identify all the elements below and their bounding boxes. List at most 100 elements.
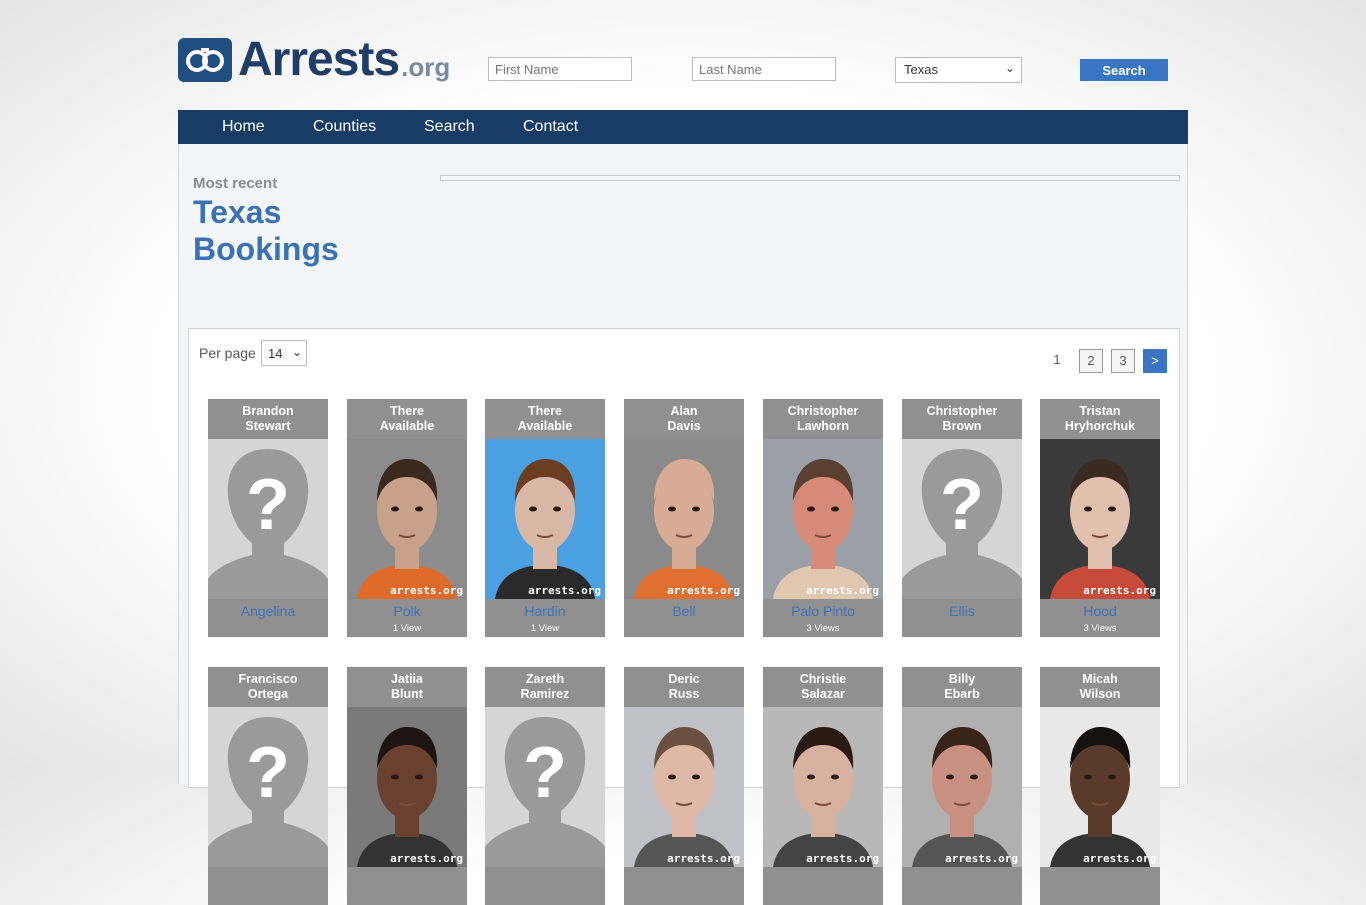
booking-name[interactable]: Jatiia Blunt	[347, 667, 467, 707]
county-link[interactable]: Hood	[1040, 599, 1160, 619]
booking-first-name: Francisco	[238, 672, 298, 686]
booking-card[interactable]: Christie Salazar arrests.org	[763, 667, 883, 905]
booking-name[interactable]: There Available	[485, 399, 605, 439]
mugshot-photo[interactable]: arrests.org	[763, 439, 883, 599]
site-logo[interactable]: Arrests .org	[178, 33, 451, 86]
logo-tld: .org	[401, 52, 451, 82]
mugshot-photo[interactable]: arrests.org	[763, 707, 883, 867]
booking-card[interactable]: Francisco Ortega?	[208, 667, 328, 905]
watermark-text: arrests.org	[1083, 584, 1156, 597]
per-page-value: 14	[268, 346, 283, 361]
mugshot-photo[interactable]: arrests.org	[485, 439, 605, 599]
watermark-text: arrests.org	[806, 584, 879, 597]
mugshot-photo[interactable]: arrests.org	[624, 439, 744, 599]
booking-first-name: Deric	[668, 672, 700, 686]
booking-last-name: Brown	[942, 419, 982, 433]
county-link[interactable]: Ellis	[902, 599, 1022, 619]
unknown-person-icon[interactable]: ?	[208, 439, 328, 599]
view-count	[624, 887, 744, 905]
booking-name[interactable]: Deric Russ	[624, 667, 744, 707]
view-count: 3 Views	[806, 623, 840, 634]
nav-contact[interactable]: Contact	[523, 118, 578, 136]
mugshot-photo[interactable]: arrests.org	[624, 707, 744, 867]
county-link[interactable]: Polk	[347, 599, 467, 619]
booking-card[interactable]: There Available arrests.org Hardin 1 View	[485, 399, 605, 637]
watermark-text: arrests.org	[945, 852, 1018, 865]
unknown-person-icon[interactable]: ?	[902, 439, 1022, 599]
nav-counties[interactable]: Counties	[313, 118, 376, 136]
mugshot-photo[interactable]: arrests.org	[1040, 707, 1160, 867]
booking-last-name: Blunt	[391, 687, 423, 701]
booking-name[interactable]: Zareth Ramirez	[485, 667, 605, 707]
booking-name[interactable]: Alan Davis	[624, 399, 744, 439]
main-content: Most recent Texas Bookings Per page 14 ⌄…	[178, 144, 1188, 905]
booking-card[interactable]: Micah Wilson arrests.org	[1040, 667, 1160, 905]
mugshot-photo[interactable]: arrests.org	[347, 707, 467, 867]
booking-card[interactable]: There Available arrests.org Polk 1 View	[347, 399, 467, 637]
watermark-text: arrests.org	[1083, 852, 1156, 865]
view-count	[902, 619, 1022, 637]
county-link[interactable]: Palo Pinto	[763, 599, 883, 619]
mugshot-photo[interactable]: arrests.org	[1040, 439, 1160, 599]
county-link[interactable]: Hardin	[485, 599, 605, 619]
booking-card[interactable]: Christopher Brown? Ellis	[902, 399, 1022, 637]
booking-name[interactable]: Tristan Hryhorchuk	[1040, 399, 1160, 439]
view-count: 1 View	[530, 623, 560, 634]
booking-name[interactable]: Micah Wilson	[1040, 667, 1160, 707]
county-link[interactable]	[1040, 867, 1160, 887]
view-count	[208, 887, 328, 905]
nav-home[interactable]: Home	[222, 118, 265, 136]
booking-name[interactable]: Christopher Brown	[902, 399, 1022, 439]
booking-card[interactable]: Christopher Lawhorn arrests.org Palo Pinto 3…	[763, 399, 883, 637]
view-count	[485, 887, 605, 905]
booking-name[interactable]: There Available	[347, 399, 467, 439]
booking-card[interactable]: Brandon Stewart? Angelina	[208, 399, 328, 637]
booking-card[interactable]: Jatiia Blunt arrests.org	[347, 667, 467, 905]
chevron-down-icon: ⌄	[1004, 61, 1015, 75]
county-link[interactable]	[763, 867, 883, 887]
ad-placeholder	[440, 175, 1180, 181]
booking-last-name: Ramirez	[520, 687, 570, 701]
county-link[interactable]: Angelina	[208, 599, 328, 619]
booking-last-name: Available	[517, 419, 573, 433]
booking-name[interactable]: Brandon Stewart	[208, 399, 328, 439]
booking-name[interactable]: Christie Salazar	[763, 667, 883, 707]
booking-card[interactable]: Deric Russ arrests.org	[624, 667, 744, 905]
search-button[interactable]: Search	[1080, 59, 1168, 81]
booking-last-name: Russ	[668, 687, 700, 701]
mugshot-photo[interactable]: arrests.org	[347, 439, 467, 599]
booking-card[interactable]: Zareth Ramirez?	[485, 667, 605, 905]
chevron-down-icon: ⌄	[291, 345, 302, 359]
booking-name[interactable]: Christopher Lawhorn	[763, 399, 883, 439]
unknown-person-icon[interactable]: ?	[485, 707, 605, 867]
county-link[interactable]	[485, 867, 605, 887]
booking-name[interactable]: Billy Ebarb	[902, 667, 1022, 707]
state-select[interactable]: Texas ⌄	[895, 57, 1022, 83]
booking-first-name: Christie	[799, 672, 847, 686]
nav-search[interactable]: Search	[424, 118, 475, 136]
booking-card[interactable]: Billy Ebarb arrests.org	[902, 667, 1022, 905]
booking-card[interactable]: Alan Davis arrests.org Bell	[624, 399, 744, 637]
state-select-value: Texas	[904, 62, 938, 77]
county-link[interactable]	[208, 867, 328, 887]
svg-text:?: ?	[246, 733, 290, 813]
mugshot-photo[interactable]: arrests.org	[902, 707, 1022, 867]
county-link[interactable]	[902, 867, 1022, 887]
first-name-input[interactable]	[488, 57, 632, 81]
page-2-button[interactable]: 2	[1079, 349, 1103, 373]
booking-first-name: There	[527, 404, 563, 418]
booking-name[interactable]: Francisco Ortega	[208, 667, 328, 707]
county-link[interactable]	[347, 867, 467, 887]
booking-card[interactable]: Tristan Hryhorchuk arrests.org Hood 3 Views	[1040, 399, 1160, 637]
booking-first-name: Tristan	[1079, 404, 1121, 418]
next-page-button[interactable]: >	[1143, 349, 1167, 373]
per-page-select[interactable]: 14 ⌄	[261, 340, 307, 366]
page-3-button[interactable]: 3	[1111, 349, 1135, 373]
last-name-input[interactable]	[692, 57, 836, 81]
logo-text: Arrests	[238, 33, 400, 86]
unknown-person-icon[interactable]: ?	[208, 707, 328, 867]
county-link[interactable]: Bell	[624, 599, 744, 619]
view-count	[208, 619, 328, 637]
view-count: 3 Views	[1083, 623, 1117, 634]
county-link[interactable]	[624, 867, 744, 887]
